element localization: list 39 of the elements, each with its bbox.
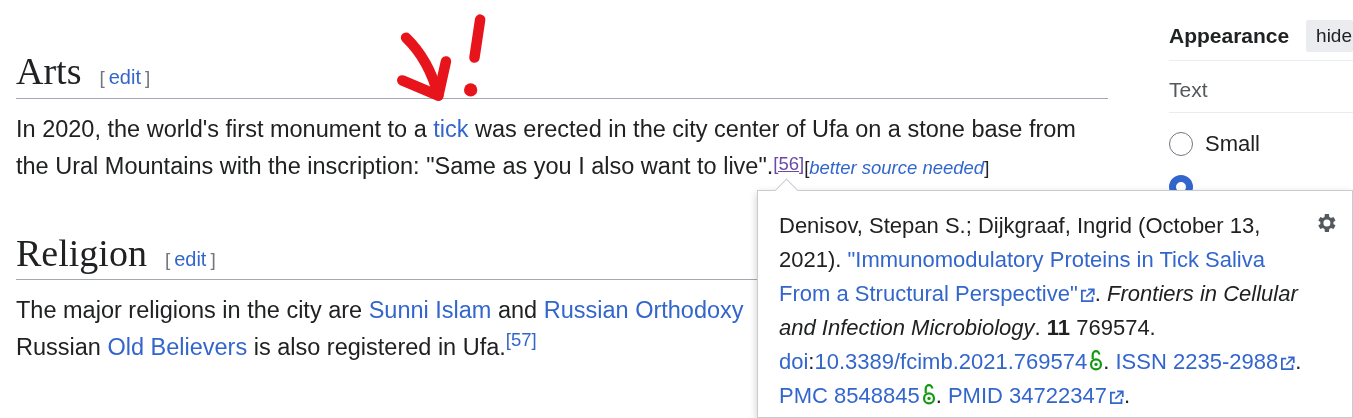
- text-line: the Ural Mountains with the inscription: "Same as you I also want to live".$^{[56]}$[better source needed]: [16, 151, 991, 181]
- group-label: Text: [1169, 61, 1353, 113]
- external-link-icon: [1108, 390, 1124, 405]
- link[interactable]: Old Believers: [107, 334, 248, 361]
- citation-line: Denisov, Stepan S.; Dijkgraaf, Ingrid (October 13,: [779, 212, 1261, 240]
- external-link-icon: [1280, 356, 1296, 371]
- option-label: Small: [1205, 131, 1260, 157]
- link[interactable]: Russian Orthodoxy: [543, 297, 744, 324]
- section-heading: Religion: [16, 231, 147, 276]
- open-lock-icon: [1089, 349, 1104, 371]
- bracket: ]: [210, 248, 216, 271]
- link[interactable]: Sunni Islam: [368, 297, 492, 324]
- bracket: [: [99, 67, 105, 89]
- citation-line: and Infection Microbiology. 11 769574.: [779, 314, 1156, 342]
- edit-link[interactable]: edit: [174, 247, 207, 271]
- edit-link[interactable]: edit: [108, 66, 141, 89]
- link[interactable]: ISSN 2235-2988: [1115, 349, 1279, 374]
- bracket: [: [164, 248, 171, 271]
- citation-line: doi:10.3389/fcimb.2021.769574 . ISSN 2235-2988 .: [779, 348, 1302, 376]
- external-link-icon: [1079, 288, 1095, 303]
- citation-line: 2021). "Immunomodulatory Proteins in Tick Saliva: [779, 246, 1265, 274]
- text-line: In 2020, the world's first monument to a tick was erected in the city center of Ufa on a stone base from: [16, 114, 1077, 144]
- link[interactable]: better source needed: [809, 156, 985, 178]
- link[interactable]: tick: [433, 115, 469, 142]
- citation-line: From a Structural Perspective" . Frontiers in Cellular: [779, 280, 1298, 308]
- hide-button[interactable]: hide: [1306, 20, 1353, 52]
- section-heading: Arts: [16, 50, 82, 94]
- link[interactable]: doi: [779, 349, 809, 374]
- link[interactable]: From a Structural Perspective": [779, 281, 1078, 306]
- bracket: ]: [145, 67, 151, 89]
- panel-title: Appearance: [1169, 24, 1290, 48]
- citation-line: PMC 8548845 . PMID 34722347 .: [779, 382, 1130, 410]
- reference-link[interactable]: [57]: [505, 329, 537, 351]
- reference-link[interactable]: [56]: [773, 152, 805, 174]
- link[interactable]: PMC 8548845: [779, 383, 920, 408]
- link[interactable]: 10.3389/fcimb.2021.769574: [814, 349, 1088, 374]
- link[interactable]: PMID 34722347: [947, 383, 1107, 408]
- open-lock-icon: [921, 383, 936, 405]
- link[interactable]: "Immunomodulatory Proteins in Tick Saliva: [847, 247, 1265, 272]
